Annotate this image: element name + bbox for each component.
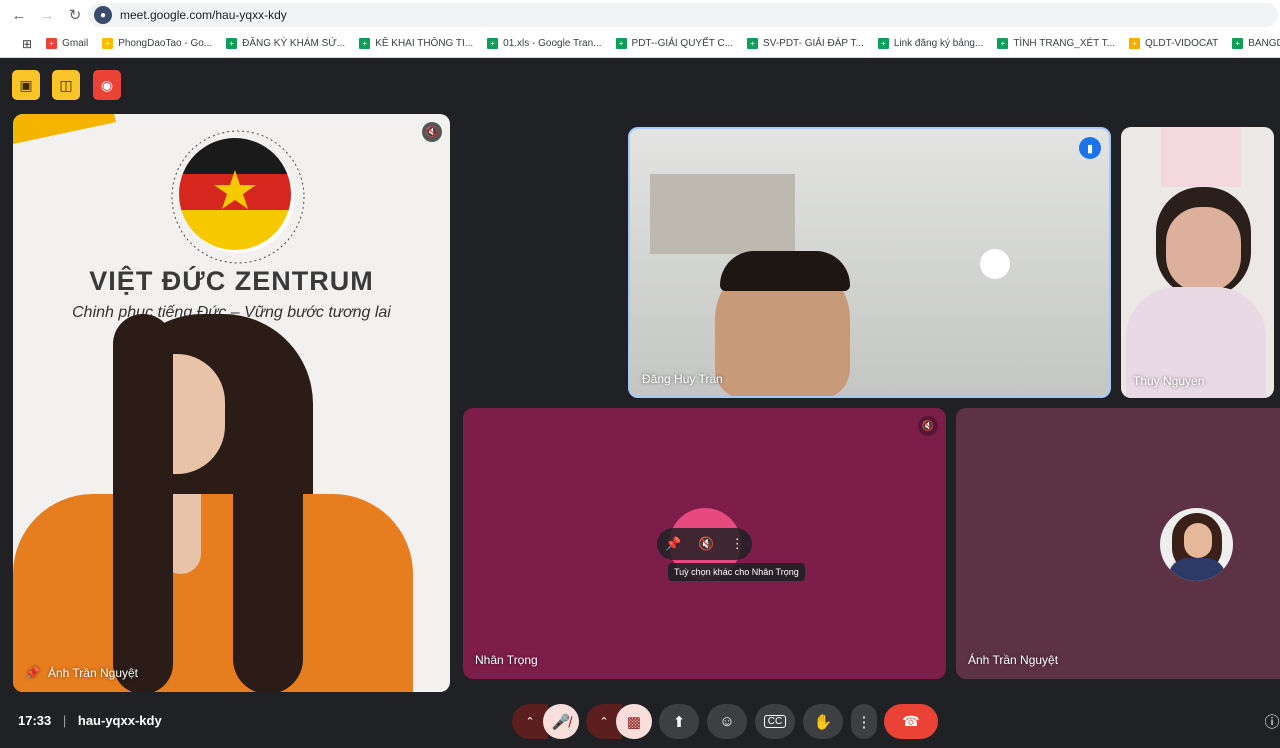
tooltip: Tuỳ chọn khác cho Nhân Trọng: [668, 563, 805, 581]
more-options-button[interactable]: ⋮: [851, 704, 877, 739]
bookmark-item[interactable]: + BANGDIEM_TONG...: [1232, 38, 1280, 49]
bookmark-item[interactable]: + Link đăng ký bảng...: [877, 38, 984, 49]
bookmark-item[interactable]: + KÊ KHAI THÔNG TI...: [359, 38, 473, 49]
bookmark-label: PDT--GIẢI QUYẾT C...: [631, 38, 734, 49]
layout-button[interactable]: ◫: [52, 70, 80, 100]
sheets-icon: +: [997, 38, 1009, 49]
bookmark-item[interactable]: + QLDT-VIDOCAT: [1129, 38, 1218, 49]
mic-off-icon[interactable]: 🔇: [698, 536, 714, 552]
hand-icon: ✋: [813, 713, 833, 731]
back-icon[interactable]: ←: [6, 2, 32, 28]
participant-name: Nhân Trọng: [475, 653, 538, 667]
meet-stage: ▣ ◫ ◉ VIỆT ĐỨC ZENTRUM Chinh phục tiếng …: [0, 58, 1280, 748]
pin-icon: 📌: [25, 666, 40, 680]
mic-off-icon: 🔇: [918, 416, 938, 436]
sheets-icon: +: [1232, 38, 1244, 49]
recording-button[interactable]: ◉: [93, 70, 121, 100]
more-options-icon[interactable]: ⋮: [731, 536, 744, 552]
presenter-video: [13, 114, 450, 692]
present-icon: ⬆: [672, 713, 686, 731]
present-screen-button[interactable]: ⬆: [659, 704, 699, 739]
bookmark-label: 01.xls - Google Tran...: [503, 38, 602, 49]
sheets-icon: +: [877, 38, 889, 49]
tile-hover-controls: 📌 🔇 ⋮: [657, 528, 752, 560]
bookmark-label: BANGDIEM_TONG...: [1248, 38, 1280, 49]
hide-tiles-button[interactable]: ▣: [12, 70, 40, 100]
raise-hand-button[interactable]: ✋: [803, 704, 843, 739]
bookmark-item[interactable]: + SV-PDT- GIẢI ĐÁP T...: [747, 38, 864, 49]
participant-name: Thuy Nguyen: [1133, 374, 1205, 388]
meeting-time: 17:33: [18, 713, 52, 728]
avatar: [1160, 508, 1233, 581]
address-bar[interactable]: ● meet.google.com/hau-yqxx-kdy: [88, 3, 1278, 27]
bookmark-item[interactable]: + ĐĂNG KÝ KHÁM SỨ...: [226, 38, 345, 49]
sheets-icon: +: [487, 38, 499, 49]
meeting-code: hau-yqxx-kdy: [77, 713, 162, 728]
leave-call-button[interactable]: ☎: [884, 704, 938, 739]
bookmark-item[interactable]: +01.xls - Google Tran...: [487, 38, 602, 49]
sheets-icon: +: [615, 38, 627, 49]
emoji-icon: ☺: [719, 713, 735, 730]
bookmark-label: Gmail: [62, 38, 89, 49]
meeting-info: 17:33 | hau-yqxx-kdy: [18, 713, 162, 728]
bookmark-label: KÊ KHAI THÔNG TI...: [375, 38, 474, 49]
bookmark-item[interactable]: + PhongDaoTao - Go...: [102, 38, 212, 49]
bookmark-item[interactable]: + TÌNH TRẠNG_XÉT T...: [997, 38, 1115, 49]
more-options-icon: ⋮: [856, 713, 872, 731]
bookmark-item[interactable]: + Gmail: [46, 38, 88, 49]
bookmark-item[interactable]: + PDT--GIẢI QUYẾT C...: [615, 38, 734, 49]
apps-grid-icon[interactable]: ⊞: [22, 37, 32, 51]
browser-toolbar: ← → ↻ ● meet.google.com/hau-yqxx-kdy: [0, 0, 1280, 30]
mic-off-icon: 🎤̸: [551, 713, 571, 731]
pin-icon[interactable]: 📌: [665, 536, 681, 552]
sheets-icon: +: [226, 38, 238, 49]
bookmark-label: ĐĂNG KÝ KHÁM SỨ...: [242, 38, 346, 49]
participant-tile-anh-tran-nguyet[interactable]: Ánh Trần Nguyệt: [956, 408, 1280, 679]
forward-icon[interactable]: →: [34, 2, 60, 28]
presenter-name-text: Ánh Trần Nguyệt: [47, 666, 139, 680]
drive-icon: +: [102, 38, 114, 49]
participant-tile-presenter[interactable]: VIỆT ĐỨC ZENTRUM Chinh phục tiếng Đức – …: [13, 114, 450, 692]
meeting-separator: |: [62, 713, 67, 728]
captions-icon: CC: [763, 715, 787, 728]
control-bar: 17:33 | hau-yqxx-kdy ⌃ 🎤̸ ⌃ ▩ ⬆ ☺ CC ✋ ⋮…: [0, 693, 1280, 748]
bookmark-label: QLDT-VIDOCAT: [1145, 38, 1219, 49]
url-text: meet.google.com/hau-yqxx-kdy: [120, 8, 287, 22]
participant-name: Ánh Trần Nguyệt: [968, 653, 1059, 667]
participant-tile-nhan-trong[interactable]: 🔇 📌 🔇 ⋮ Tuỳ chọn khác cho Nhân Trọng Nhâ…: [463, 408, 946, 679]
bookmark-label: Link đăng ký bảng...: [893, 38, 984, 49]
gmail-icon: +: [46, 38, 58, 49]
mic-off-icon: 🔇: [422, 122, 442, 142]
sheets-icon: +: [359, 38, 371, 49]
participant-video: [1121, 127, 1274, 398]
reload-icon[interactable]: ↻: [62, 2, 88, 28]
bookmark-label: PhongDaoTao - Go...: [118, 38, 213, 49]
sheets-icon: +: [747, 38, 759, 49]
participant-tile-thuy-nguyen[interactable]: Thuy Nguyen: [1121, 127, 1274, 398]
info-icon: ⓘ: [1264, 714, 1280, 731]
speaking-icon: ▮: [1079, 137, 1101, 159]
site-info-icon[interactable]: ●: [94, 6, 112, 24]
presenter-name: 📌 Ánh Trần Nguyệt: [25, 666, 138, 680]
camera-toggle-button[interactable]: ▩: [616, 704, 652, 739]
participant-video: [630, 129, 1109, 396]
camera-off-icon: ▩: [626, 713, 642, 731]
captions-button[interactable]: CC: [755, 704, 795, 739]
participant-tile-dang-huy-tran[interactable]: ▮ Đăng Huy Trần: [628, 127, 1111, 398]
bookmarks-bar: ⊞ + Gmail + PhongDaoTao - Go... + ĐĂNG KÝ KHÁ…: [0, 30, 1280, 58]
vidocat-icon: +: [1129, 38, 1141, 49]
meeting-details-button[interactable]: ⓘ: [1262, 704, 1280, 739]
bookmark-label: TÌNH TRẠNG_XÉT T...: [1013, 38, 1116, 49]
reactions-button[interactable]: ☺: [707, 704, 747, 739]
hangup-icon: ☎: [902, 713, 920, 729]
participant-name: Đăng Huy Trần: [642, 372, 723, 386]
mic-toggle-button[interactable]: 🎤̸: [543, 704, 579, 739]
bookmark-label: SV-PDT- GIẢI ĐÁP T...: [763, 38, 864, 49]
